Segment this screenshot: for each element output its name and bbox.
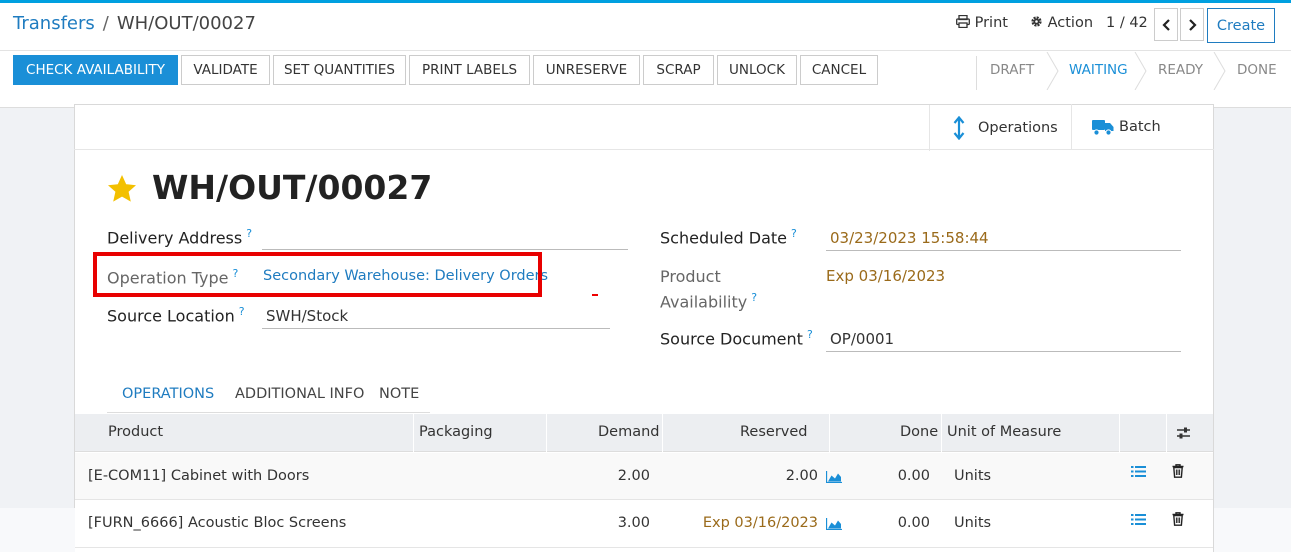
help-tooltip-icon[interactable]: ? [807, 328, 813, 341]
optional-columns-icon[interactable] [1176, 426, 1191, 440]
batch-label: Batch [1119, 119, 1161, 135]
column-divider [829, 414, 830, 452]
truck-icon [1092, 119, 1114, 136]
reserved-cell: 2.00 [785, 468, 818, 484]
detailed-operations-list-icon[interactable] [1131, 513, 1146, 526]
help-tooltip-icon[interactable]: ? [239, 305, 245, 318]
statusbar-divider [976, 56, 977, 90]
scheduled-date-underline [826, 250, 1181, 251]
unreserve-button[interactable]: UNRESERVE [533, 55, 640, 85]
page-gutter [1214, 508, 1291, 552]
demand-cell: 3.00 [617, 515, 650, 531]
tab-note[interactable]: NOTE [379, 386, 419, 402]
action-dropdown[interactable]: Action [1030, 15, 1093, 31]
scrap-button[interactable]: SCRAP [643, 55, 714, 85]
source-document-underline [826, 351, 1181, 352]
column-divider [546, 414, 547, 452]
chevron-right-icon [1188, 18, 1197, 31]
column-divider [1119, 414, 1120, 452]
reserved-cell: Exp 03/16/2023 [702, 515, 818, 531]
column-divider [941, 414, 942, 452]
operations-smart-button[interactable]: Operations [929, 105, 1071, 151]
annotation-mark [592, 294, 598, 296]
column-header-packaging[interactable]: Packaging [419, 424, 493, 440]
chevron-left-icon [1161, 18, 1170, 31]
stage-separator-icon [1213, 52, 1226, 90]
forecast-chart-icon[interactable] [826, 518, 842, 530]
gear-icon [1031, 16, 1042, 27]
uom-cell: Units [954, 468, 992, 484]
forecast-chart-icon[interactable] [826, 471, 842, 483]
done-cell[interactable]: 0.00 [870, 468, 930, 484]
source-location-label: Source Location? [107, 305, 245, 326]
stage-ready[interactable]: READY [1158, 62, 1203, 78]
pager-value[interactable]: 1 / 42 [1106, 15, 1148, 31]
column-divider [662, 414, 663, 452]
print-labels-button[interactable]: PRINT LABELS [409, 55, 530, 85]
source-location-underline [262, 328, 610, 329]
stage-separator-icon [1046, 52, 1059, 90]
done-cell[interactable]: 0.00 [870, 515, 930, 531]
record-title: WH/OUT/00027 [152, 168, 433, 207]
product-availability-label: Product [660, 267, 721, 286]
delivery-address-label: Delivery Address? [107, 227, 253, 248]
help-tooltip-icon[interactable]: ? [791, 227, 797, 240]
tab-operations[interactable]: OPERATIONS [122, 386, 214, 402]
stage-done[interactable]: DONE [1237, 62, 1277, 78]
source-location-value[interactable]: SWH/Stock [266, 307, 348, 325]
stage-waiting[interactable]: WAITING [1069, 62, 1128, 78]
product-cell[interactable]: [FURN_6666] Acoustic Bloc Screens [88, 515, 346, 531]
create-button[interactable]: Create [1207, 8, 1275, 43]
breadcrumb-separator: / [102, 13, 109, 34]
column-header-reserved[interactable]: Reserved [740, 424, 808, 440]
highlight-box [93, 252, 542, 297]
column-header-unit-of-measure[interactable]: Unit of Measure [947, 424, 1061, 440]
action-label: Action [1047, 15, 1094, 31]
print-dropdown[interactable]: Print [956, 14, 1008, 31]
trash-icon[interactable] [1172, 464, 1184, 478]
column-divider [413, 414, 414, 452]
product-availability-label-line2: Availability? [660, 291, 758, 312]
help-tooltip-icon[interactable]: ? [246, 227, 252, 240]
cancel-button[interactable]: CANCEL [800, 55, 878, 85]
breadcrumb-transfers-link[interactable]: Transfers [13, 13, 95, 34]
scheduled-date-label: Scheduled Date? [660, 227, 797, 248]
printer-icon [956, 14, 970, 29]
page-gutter [0, 508, 75, 552]
validate-button[interactable]: VALIDATE [181, 55, 270, 85]
tabs-underline [107, 412, 430, 413]
tab-additional-info[interactable]: ADDITIONAL INFO [235, 386, 364, 402]
delivery-address-field[interactable] [262, 249, 628, 250]
control-panel-divider [0, 50, 1291, 51]
operations-label: Operations [978, 120, 1058, 136]
source-document-value[interactable]: OP/0001 [830, 330, 894, 348]
product-cell[interactable]: [E-COM11] Cabinet with Doors [88, 468, 309, 484]
favorite-star-icon[interactable] [106, 173, 138, 205]
demand-cell: 2.00 [617, 468, 650, 484]
breadcrumb-current: WH/OUT/00027 [116, 13, 256, 34]
breadcrumb: Transfers / WH/OUT/00027 [13, 13, 256, 34]
vertical-arrows-icon [953, 116, 965, 140]
help-tooltip-icon[interactable]: ? [751, 291, 757, 304]
set-quantities-button[interactable]: SET QUANTITIES [273, 55, 406, 85]
pager-previous-button[interactable] [1154, 8, 1178, 41]
column-header-product[interactable]: Product [108, 424, 163, 440]
product-availability-value: Exp 03/16/2023 [826, 267, 946, 285]
unlock-button[interactable]: UNLOCK [717, 55, 797, 85]
pager-next-button[interactable] [1180, 8, 1204, 41]
scheduled-date-value[interactable]: 03/23/2023 15:58:44 [830, 229, 989, 247]
check-availability-button[interactable]: CHECK AVAILABILITY [13, 55, 178, 85]
batch-smart-button[interactable]: Batch [1071, 104, 1213, 150]
stage-draft[interactable]: DRAFT [990, 62, 1034, 78]
column-divider [1166, 414, 1167, 452]
column-header-done[interactable]: Done [900, 424, 938, 440]
trash-icon[interactable] [1172, 512, 1184, 526]
uom-cell: Units [954, 515, 992, 531]
column-header-demand[interactable]: Demand [598, 424, 660, 440]
source-document-label: Source Document? [660, 328, 813, 349]
stage-separator-icon [1134, 52, 1147, 90]
print-label: Print [974, 15, 1008, 31]
detailed-operations-list-icon[interactable] [1131, 465, 1146, 478]
